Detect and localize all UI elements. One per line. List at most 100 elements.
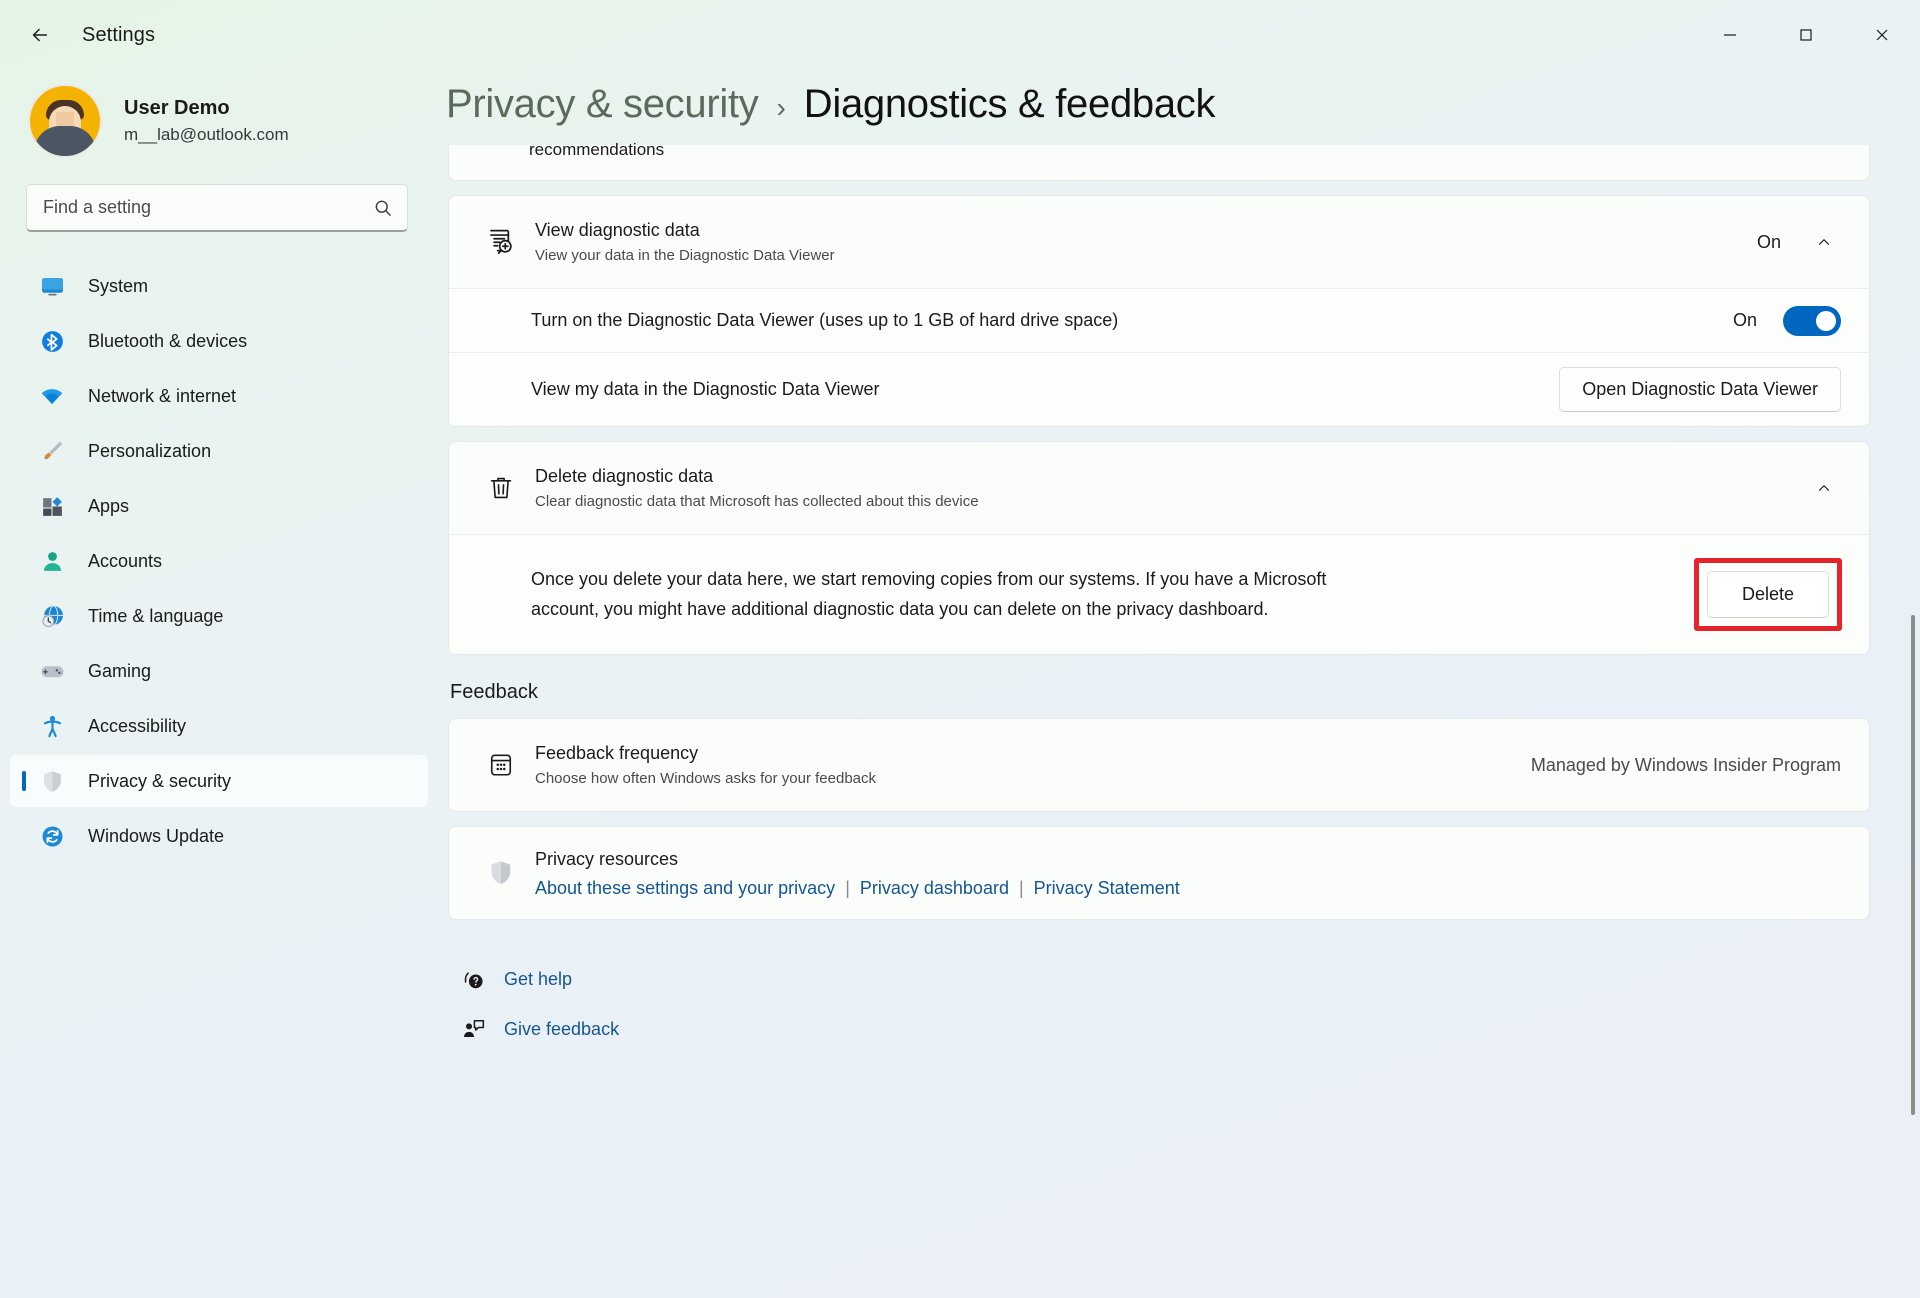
sidebar-nav: System Bluetooth & devices Network & int…	[0, 260, 440, 862]
sidebar-item-label: Bluetooth & devices	[88, 330, 248, 351]
search-input[interactable]	[43, 197, 373, 218]
sidebar-item-apps[interactable]: Apps	[10, 480, 428, 532]
minimize-button[interactable]	[1692, 0, 1768, 70]
link-privacy-statement[interactable]: Privacy Statement	[1034, 878, 1180, 899]
delete-diagnostic-data-header[interactable]: Delete diagnostic data Clear diagnostic …	[449, 442, 1869, 534]
view-diagnostic-data-header[interactable]: View diagnostic data View your data in t…	[449, 196, 1869, 288]
setting-label: Turn on the Diagnostic Data Viewer (uses…	[531, 310, 1119, 331]
diagnostic-data-viewer-toggle[interactable]	[1783, 305, 1841, 336]
sidebar-item-accounts[interactable]: Accounts	[10, 535, 428, 587]
sidebar-item-windows-update[interactable]: Windows Update	[10, 810, 428, 862]
sidebar-item-privacy-security[interactable]: Privacy & security	[10, 755, 428, 807]
feedback-frequency-status: Managed by Windows Insider Program	[1530, 754, 1841, 775]
sidebar-item-label: Privacy & security	[88, 770, 232, 791]
sidebar: User Demo m__lab@outlook.com System Blue…	[0, 70, 440, 1298]
clipped-card-above: recommendations	[448, 141, 1870, 181]
feedback-person-icon	[456, 1016, 492, 1042]
paintbrush-icon	[38, 437, 66, 465]
card-delete-diagnostic-data: Delete diagnostic data Clear diagnostic …	[448, 441, 1870, 655]
breadcrumb: Privacy & security › Diagnostics & feedb…	[440, 70, 1920, 127]
sidebar-item-label: Accessibility	[88, 715, 187, 736]
setting-title: Privacy resources	[535, 849, 679, 870]
accessibility-icon	[38, 712, 66, 740]
document-search-icon	[481, 226, 521, 258]
sidebar-item-network-internet[interactable]: Network & internet	[10, 370, 428, 422]
setting-subtitle: View your data in the Diagnostic Data Vi…	[535, 247, 835, 265]
sidebar-item-label: Apps	[88, 495, 130, 516]
row-view-my-data: View my data in the Diagnostic Data View…	[449, 352, 1869, 426]
sidebar-item-label: Windows Update	[88, 825, 225, 846]
sidebar-item-label: Personalization	[88, 440, 212, 461]
profile-email: m__lab@outlook.com	[124, 125, 289, 145]
bluetooth-icon	[38, 327, 66, 355]
card-view-diagnostic-data: View diagnostic data View your data in t…	[448, 195, 1870, 427]
section-title-feedback: Feedback	[450, 681, 538, 703]
apps-icon	[38, 492, 66, 520]
title-bar: Settings	[0, 0, 1920, 70]
link-separator: |	[1018, 877, 1024, 898]
close-icon	[1876, 29, 1888, 41]
chevron-up-icon[interactable]	[1807, 225, 1841, 259]
vertical-scrollbar[interactable]	[1911, 615, 1915, 1115]
link-about-these-settings[interactable]: About these settings and your privacy	[535, 878, 835, 899]
view-diagnostic-state: On	[1756, 231, 1781, 252]
give-feedback-link[interactable]: Give feedback	[456, 1004, 1870, 1054]
app-title: Settings	[82, 23, 156, 46]
clock-globe-icon	[38, 602, 66, 630]
monitor-icon	[38, 272, 66, 300]
sidebar-item-system[interactable]: System	[10, 260, 428, 312]
toggle-state-label: On	[1732, 310, 1757, 330]
open-diagnostic-data-viewer-button[interactable]: Open Diagnostic Data Viewer	[1559, 367, 1841, 412]
feedback-frequency-row[interactable]: Feedback frequency Choose how often Wind…	[449, 719, 1869, 811]
back-button[interactable]	[16, 15, 64, 55]
link-privacy-dashboard[interactable]: Privacy dashboard	[860, 878, 1009, 899]
back-arrow-icon	[32, 28, 48, 42]
setting-label: View my data in the Diagnostic Data View…	[531, 379, 880, 400]
settings-list: recommendations View diagnostic data Vie…	[440, 127, 1920, 1054]
profile-name: User Demo	[124, 97, 230, 120]
breadcrumb-separator: ›	[776, 92, 786, 123]
breadcrumb-parent[interactable]: Privacy & security	[446, 82, 759, 127]
privacy-resources-row: Privacy resources About these settings a…	[449, 827, 1869, 919]
delete-button[interactable]: Delete	[1706, 571, 1829, 618]
card-feedback-frequency: Feedback frequency Choose how often Wind…	[448, 718, 1870, 812]
trash-icon	[481, 473, 521, 503]
setting-title: View diagnostic data	[535, 219, 700, 240]
calendar-frequency-icon	[481, 750, 521, 780]
row-turn-on-diagnostic-data-viewer: Turn on the Diagnostic Data Viewer (uses…	[449, 288, 1869, 352]
gamepad-icon	[38, 657, 66, 685]
setting-title: Delete diagnostic data	[535, 465, 714, 486]
update-icon	[38, 822, 66, 850]
wifi-icon	[38, 382, 66, 410]
close-button[interactable]	[1844, 0, 1920, 70]
footer-links: Get help Give feedback	[448, 954, 1870, 1054]
maximize-icon	[1800, 29, 1812, 41]
get-help-link[interactable]: Get help	[456, 954, 1870, 1004]
sidebar-item-bluetooth-devices[interactable]: Bluetooth & devices	[10, 315, 428, 367]
window-controls	[1692, 0, 1920, 70]
minimize-icon	[1724, 34, 1736, 36]
sidebar-item-personalization[interactable]: Personalization	[10, 425, 428, 477]
row-delete-diagnostic-data-body: Once you delete your data here, we start…	[449, 534, 1869, 654]
footer-link-label: Get help	[504, 968, 573, 989]
clipped-card-text: recommendations	[529, 140, 665, 159]
sidebar-item-label: Gaming	[88, 660, 152, 681]
maximize-button[interactable]	[1768, 0, 1844, 70]
shield-icon	[481, 858, 521, 888]
setting-subtitle: Choose how often Windows asks for your f…	[535, 770, 877, 788]
person-icon	[38, 547, 66, 575]
avatar	[28, 84, 102, 158]
chevron-up-icon[interactable]	[1807, 471, 1841, 505]
page-title: Diagnostics & feedback	[803, 82, 1216, 126]
sidebar-item-label: System	[88, 275, 149, 296]
search-box[interactable]	[26, 184, 408, 232]
main-content: Privacy & security › Diagnostics & feedb…	[440, 70, 1920, 1298]
shield-icon	[38, 767, 66, 795]
sidebar-item-gaming[interactable]: Gaming	[10, 645, 428, 697]
sidebar-item-time-language[interactable]: Time & language	[10, 590, 428, 642]
user-profile[interactable]: User Demo m__lab@outlook.com	[0, 70, 440, 158]
sidebar-item-label: Time & language	[88, 605, 224, 626]
sidebar-item-accessibility[interactable]: Accessibility	[10, 700, 428, 752]
setting-title: Feedback frequency	[535, 742, 699, 763]
search-icon	[375, 200, 391, 216]
